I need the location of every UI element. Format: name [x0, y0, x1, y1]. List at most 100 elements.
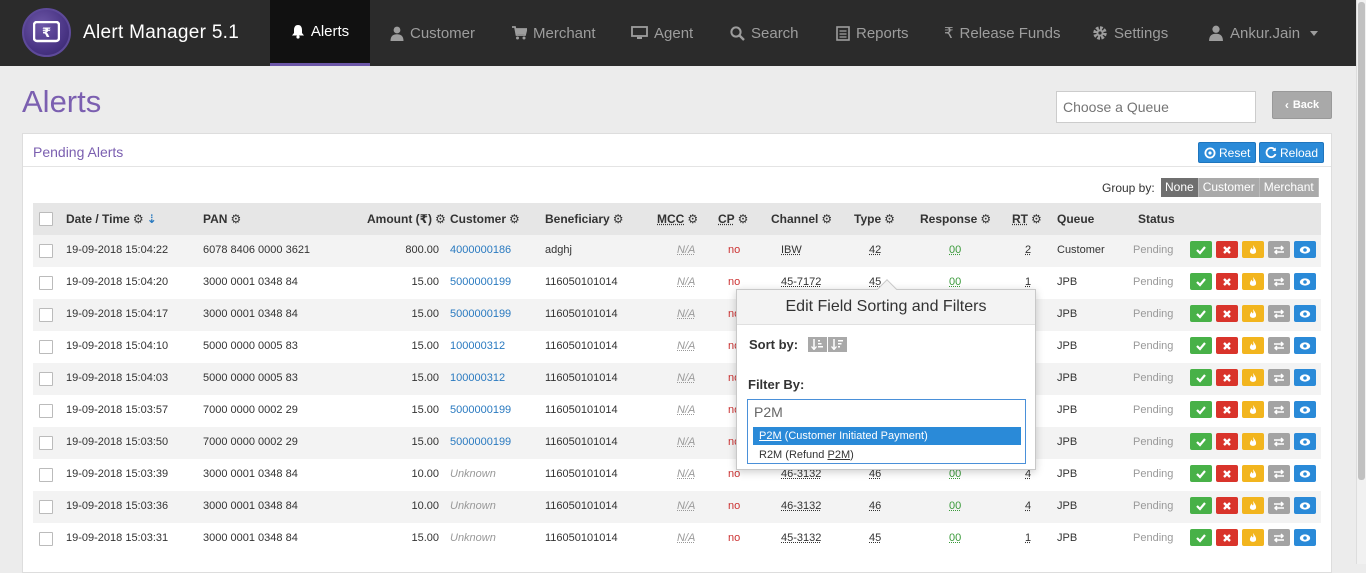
reject-button[interactable] — [1216, 497, 1238, 514]
nav-search[interactable]: Search — [720, 0, 809, 66]
view-button[interactable] — [1294, 529, 1316, 546]
cell-mcc[interactable]: N/A — [677, 308, 695, 320]
cell-customer[interactable]: 5000000199 — [450, 276, 511, 288]
gear-icon[interactable]: ⚙ — [133, 212, 144, 226]
transfer-button[interactable] — [1268, 497, 1290, 514]
cell-mcc[interactable]: N/A — [677, 532, 695, 544]
view-button[interactable] — [1294, 273, 1316, 290]
approve-button[interactable] — [1190, 401, 1212, 418]
escalate-button[interactable] — [1242, 465, 1264, 482]
gear-icon[interactable]: ⚙ — [435, 212, 446, 226]
col-response[interactable]: Response ⚙ — [920, 212, 991, 226]
scrollbar-thumb[interactable] — [1358, 2, 1365, 480]
nav-reports[interactable]: Reports — [826, 0, 919, 66]
cell-mcc[interactable]: N/A — [677, 500, 695, 512]
escalate-button[interactable] — [1242, 337, 1264, 354]
gear-icon[interactable]: ⚙ — [1031, 212, 1042, 226]
escalate-button[interactable] — [1242, 305, 1264, 322]
back-button[interactable]: ‹ Back — [1272, 91, 1332, 119]
escalate-button[interactable] — [1242, 369, 1264, 386]
transfer-button[interactable] — [1268, 241, 1290, 258]
gear-icon[interactable]: ⚙ — [821, 212, 832, 226]
app-logo[interactable]: ₹ — [22, 8, 71, 57]
row-checkbox[interactable] — [39, 244, 53, 258]
sort-ascending-button[interactable] — [808, 337, 828, 352]
cell-response[interactable]: 00 — [949, 244, 961, 256]
gear-icon[interactable]: ⚙ — [613, 212, 624, 226]
cell-mcc[interactable]: N/A — [677, 244, 695, 256]
nav-user-menu[interactable]: Ankur.Jain — [1198, 0, 1328, 66]
filter-input[interactable] — [747, 399, 1026, 425]
approve-button[interactable] — [1190, 433, 1212, 450]
transfer-button[interactable] — [1268, 337, 1290, 354]
groupby-merchant[interactable]: Merchant — [1259, 178, 1319, 197]
reload-button[interactable]: Reload — [1259, 142, 1325, 163]
cell-customer[interactable]: 100000312 — [450, 372, 505, 384]
escalate-button[interactable] — [1242, 433, 1264, 450]
reject-button[interactable] — [1216, 305, 1238, 322]
groupby-customer[interactable]: Customer — [1198, 178, 1260, 197]
approve-button[interactable] — [1190, 369, 1212, 386]
cell-type[interactable]: 46 — [869, 500, 881, 512]
transfer-button[interactable] — [1268, 465, 1290, 482]
suggestion-p2m[interactable]: P2M (Customer Initiated Payment) — [753, 427, 1021, 445]
col-cp[interactable]: CP ⚙ — [718, 212, 748, 226]
nav-settings[interactable]: Settings — [1082, 0, 1178, 66]
view-button[interactable] — [1294, 241, 1316, 258]
cell-rt[interactable]: 2 — [1025, 244, 1031, 256]
cell-rt[interactable]: 1 — [1025, 532, 1031, 544]
sort-descending-button[interactable] — [828, 337, 848, 352]
nav-customer[interactable]: Customer — [380, 0, 485, 66]
row-checkbox[interactable] — [39, 404, 53, 418]
cell-channel[interactable]: 45-7172 — [781, 276, 821, 288]
table-row[interactable]: 19-09-2018 15:03:50 7000 0000 0002 29 15.0… — [33, 427, 1321, 459]
reject-button[interactable] — [1216, 273, 1238, 290]
escalate-button[interactable] — [1242, 529, 1264, 546]
transfer-button[interactable] — [1268, 305, 1290, 322]
row-checkbox[interactable] — [39, 532, 53, 546]
cell-channel[interactable]: IBW — [781, 244, 802, 256]
reject-button[interactable] — [1216, 401, 1238, 418]
nav-alerts[interactable]: Alerts — [270, 0, 370, 66]
approve-button[interactable] — [1190, 529, 1212, 546]
escalate-button[interactable] — [1242, 497, 1264, 514]
gear-icon[interactable]: ⚙ — [687, 212, 698, 226]
view-button[interactable] — [1294, 337, 1316, 354]
approve-button[interactable] — [1190, 241, 1212, 258]
transfer-button[interactable] — [1268, 369, 1290, 386]
approve-button[interactable] — [1190, 337, 1212, 354]
transfer-button[interactable] — [1268, 401, 1290, 418]
escalate-button[interactable] — [1242, 241, 1264, 258]
view-button[interactable] — [1294, 433, 1316, 450]
cell-customer[interactable]: 100000312 — [450, 340, 505, 352]
row-checkbox[interactable] — [39, 340, 53, 354]
escalate-button[interactable] — [1242, 273, 1264, 290]
cell-customer[interactable]: 5000000199 — [450, 404, 511, 416]
gear-icon[interactable]: ⚙ — [230, 212, 241, 226]
transfer-button[interactable] — [1268, 529, 1290, 546]
row-checkbox[interactable] — [39, 500, 53, 514]
col-type[interactable]: Type ⚙ — [854, 212, 895, 226]
table-row[interactable]: 19-09-2018 15:04:10 5000 0000 0005 83 15.0… — [33, 331, 1321, 363]
reject-button[interactable] — [1216, 433, 1238, 450]
col-datetime[interactable]: Date / Time ⚙ ⇣ — [66, 212, 157, 226]
row-checkbox[interactable] — [39, 276, 53, 290]
cell-mcc[interactable]: N/A — [677, 340, 695, 352]
table-row[interactable]: 19-09-2018 15:04:17 3000 0001 0348 84 15.0… — [33, 299, 1321, 331]
cell-mcc[interactable]: N/A — [677, 436, 695, 448]
cell-mcc[interactable]: N/A — [677, 404, 695, 416]
gear-icon[interactable]: ⚙ — [980, 212, 991, 226]
cell-mcc[interactable]: N/A — [677, 372, 695, 384]
cell-mcc[interactable]: N/A — [677, 468, 695, 480]
cell-customer[interactable]: 4000000186 — [450, 244, 511, 256]
cell-response[interactable]: 00 — [949, 532, 961, 544]
row-checkbox[interactable] — [39, 436, 53, 450]
reject-button[interactable] — [1216, 337, 1238, 354]
col-pan[interactable]: PAN ⚙ — [203, 212, 241, 226]
transfer-button[interactable] — [1268, 273, 1290, 290]
approve-button[interactable] — [1190, 305, 1212, 322]
nav-release-funds[interactable]: ₹ Release Funds — [934, 0, 1070, 66]
table-row[interactable]: 19-09-2018 15:04:03 5000 0000 0005 83 15.0… — [33, 363, 1321, 395]
reset-button[interactable]: Reset — [1198, 142, 1257, 163]
reject-button[interactable] — [1216, 241, 1238, 258]
